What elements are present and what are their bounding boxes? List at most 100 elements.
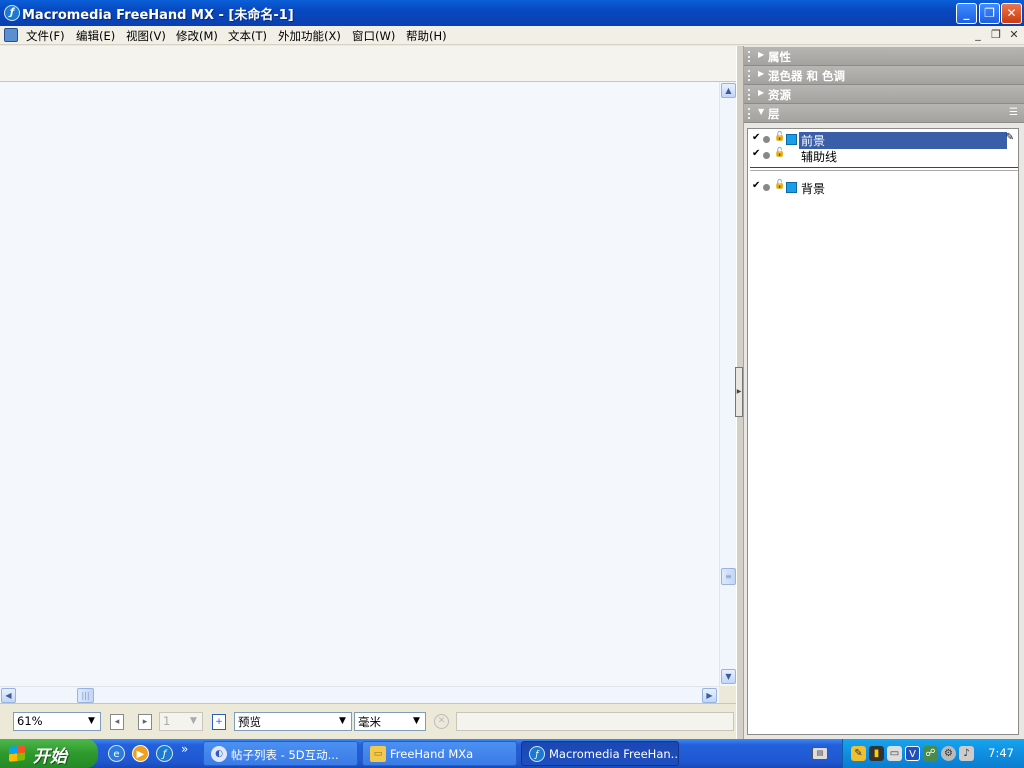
horizontal-scroll-thumb[interactable]: ||| (77, 688, 94, 703)
view-mode-value: 预览 (238, 715, 261, 729)
zoom-value: 61% (17, 714, 43, 728)
start-label: 开始 (33, 747, 67, 767)
toolbar-area (0, 46, 736, 82)
settings-icon[interactable]: ⚙ (941, 746, 956, 761)
unlocked-icon[interactable]: 🔓 (774, 132, 785, 142)
menu-xtras[interactable]: 外加功能(X) (278, 28, 341, 44)
collapse-arrow-icon[interactable]: ▼ (758, 107, 764, 116)
cancel-render-icon[interactable]: ✕ (434, 714, 449, 729)
title-bar[interactable]: ƒ Macromedia FreeHand MX - [未命名-1] _ ❐ ✕ (0, 0, 1024, 26)
freehand-app-icon[interactable]: ƒ (4, 5, 20, 21)
panel-header-mixer[interactable]: ▶ 混色器 和 色调 (744, 66, 1024, 85)
panel-header-layers[interactable]: ▼ 层 ☰ (744, 104, 1024, 123)
layer-name[interactable]: 背景 (799, 180, 827, 197)
panel-options-icon[interactable]: ☰ (1009, 107, 1018, 118)
active-layer-pen-icon: ✎ (1005, 132, 1014, 143)
quicklaunch-chevron-icon[interactable]: » (181, 742, 188, 756)
windows-flag-icon (9, 745, 25, 762)
menu-help[interactable]: 帮助(H) (406, 28, 447, 44)
page-select[interactable]: 1 ▼ (159, 712, 203, 731)
view-mode-dot-icon[interactable] (763, 152, 770, 159)
task-button-folder[interactable]: ▭ FreeHand MXa (362, 741, 517, 766)
unlocked-icon[interactable]: 🔓 (774, 180, 785, 190)
expand-arrow-icon[interactable]: ▶ (758, 69, 764, 78)
ie-icon[interactable]: e (108, 745, 125, 762)
layer-color-swatch[interactable] (786, 134, 797, 145)
layer-divider[interactable] (750, 167, 1018, 171)
layer-color-swatch[interactable] (786, 182, 797, 193)
view-mode-dropdown-icon[interactable]: ▼ (335, 714, 350, 729)
units-dropdown-icon[interactable]: ▼ (409, 714, 424, 729)
layer-row-foreground[interactable]: ✔ 🔓 前景 ✎ (750, 131, 1016, 149)
menu-modify[interactable]: 修改(M) (176, 28, 218, 44)
layer-row-background[interactable]: ✔ 🔓 背景 (750, 179, 1016, 197)
expand-arrow-icon[interactable]: ▶ (758, 50, 764, 59)
view-mode-dot-icon[interactable] (763, 184, 770, 191)
unlocked-icon[interactable]: 🔓 (774, 148, 785, 158)
visibility-check-icon[interactable]: ✔ (752, 180, 760, 191)
layer-row-guides[interactable]: ✔ 🔓 辅助线 (750, 147, 1016, 165)
units-value: 毫米 (358, 715, 381, 729)
task-button-freehand[interactable]: ƒ Macromedia FreeHan... (521, 741, 679, 766)
progress-field (456, 712, 734, 731)
folder-icon: ▭ (370, 746, 386, 762)
start-button[interactable]: 开始 (0, 739, 98, 768)
scroll-down-icon[interactable]: ▼ (721, 669, 736, 684)
menu-file[interactable]: 文件(F) (26, 28, 65, 44)
restore-button[interactable]: ❐ (979, 3, 1000, 24)
freehand-icon[interactable]: ƒ (156, 745, 173, 762)
grip-icon[interactable] (748, 89, 754, 100)
menu-view[interactable]: 视图(V) (126, 28, 166, 44)
panel-header-properties[interactable]: ▶ 属性 (744, 47, 1024, 66)
freehand-icon: ƒ (529, 746, 545, 762)
paint-icon[interactable]: ✎ (851, 746, 866, 761)
zoom-select[interactable]: 61% ▼ (13, 712, 101, 731)
grip-icon[interactable] (748, 108, 754, 119)
volume-icon[interactable]: ♪ (959, 746, 974, 761)
status-bar: 61% ▼ ◂ ▸ 1 ▼ + 预览 ▼ 毫米 ▼ ✕ (0, 703, 736, 739)
vertical-scroll-thumb[interactable]: ≡ (721, 568, 736, 585)
collapse-panel-icon[interactable]: ▶ (735, 367, 743, 417)
page-dropdown-icon[interactable]: ▼ (186, 714, 201, 729)
task-button-forum[interactable]: ◐ 帖子列表 - 5D互动... (203, 741, 358, 766)
vertical-scrollbar[interactable]: ▲ ≡ ▼ (719, 82, 736, 686)
page-number: 1 (163, 714, 171, 728)
previous-page-icon[interactable]: ◂ (110, 714, 124, 730)
close-button[interactable]: ✕ (1001, 3, 1022, 24)
menu-bar: 文件(F) 编辑(E) 视图(V) 修改(M) 文本(T) 外加功能(X) 窗口… (0, 26, 1024, 45)
browser-icon: ◐ (211, 746, 227, 762)
units-select[interactable]: 毫米 ▼ (354, 712, 426, 731)
horizontal-scrollbar[interactable]: ◀ ||| ▶ (0, 686, 719, 703)
scroll-left-icon[interactable]: ◀ (1, 688, 16, 703)
menu-edit[interactable]: 编辑(E) (76, 28, 115, 44)
view-mode-select[interactable]: 预览 ▼ (234, 712, 352, 731)
monitor-icon[interactable]: ▭ (887, 746, 902, 761)
printer-icon[interactable]: ▮ (869, 746, 884, 761)
scroll-up-icon[interactable]: ▲ (721, 83, 736, 98)
menu-text[interactable]: 文本(T) (228, 28, 267, 44)
shield-icon[interactable]: V (905, 746, 920, 761)
scroll-right-icon[interactable]: ▶ (702, 688, 717, 703)
expand-arrow-icon[interactable]: ▶ (758, 88, 764, 97)
add-page-icon[interactable]: + (212, 714, 226, 730)
panel-header-assets[interactable]: ▶ 资源 (744, 85, 1024, 104)
network-icon[interactable]: ☍ (923, 746, 938, 761)
doc-restore-button[interactable]: ❐ (988, 28, 1004, 42)
visibility-check-icon[interactable]: ✔ (752, 132, 760, 143)
layer-name[interactable]: 辅助线 (799, 148, 839, 165)
minimize-button[interactable]: _ (956, 3, 977, 24)
clock[interactable]: 7:47 (988, 746, 1014, 760)
next-page-icon[interactable]: ▸ (138, 714, 152, 730)
keyboard-icon[interactable]: ▤ (812, 747, 828, 760)
document-canvas[interactable] (0, 82, 719, 686)
document-icon[interactable] (4, 28, 18, 42)
menu-window[interactable]: 窗口(W) (352, 28, 395, 44)
media-player-icon[interactable]: ▶ (132, 745, 149, 762)
grip-icon[interactable] (748, 70, 754, 81)
doc-minimize-button[interactable]: _ (970, 28, 986, 42)
doc-close-button[interactable]: ✕ (1006, 28, 1022, 42)
zoom-dropdown-icon[interactable]: ▼ (84, 714, 99, 729)
view-mode-dot-icon[interactable] (763, 136, 770, 143)
grip-icon[interactable] (748, 51, 754, 62)
visibility-check-icon[interactable]: ✔ (752, 148, 760, 159)
